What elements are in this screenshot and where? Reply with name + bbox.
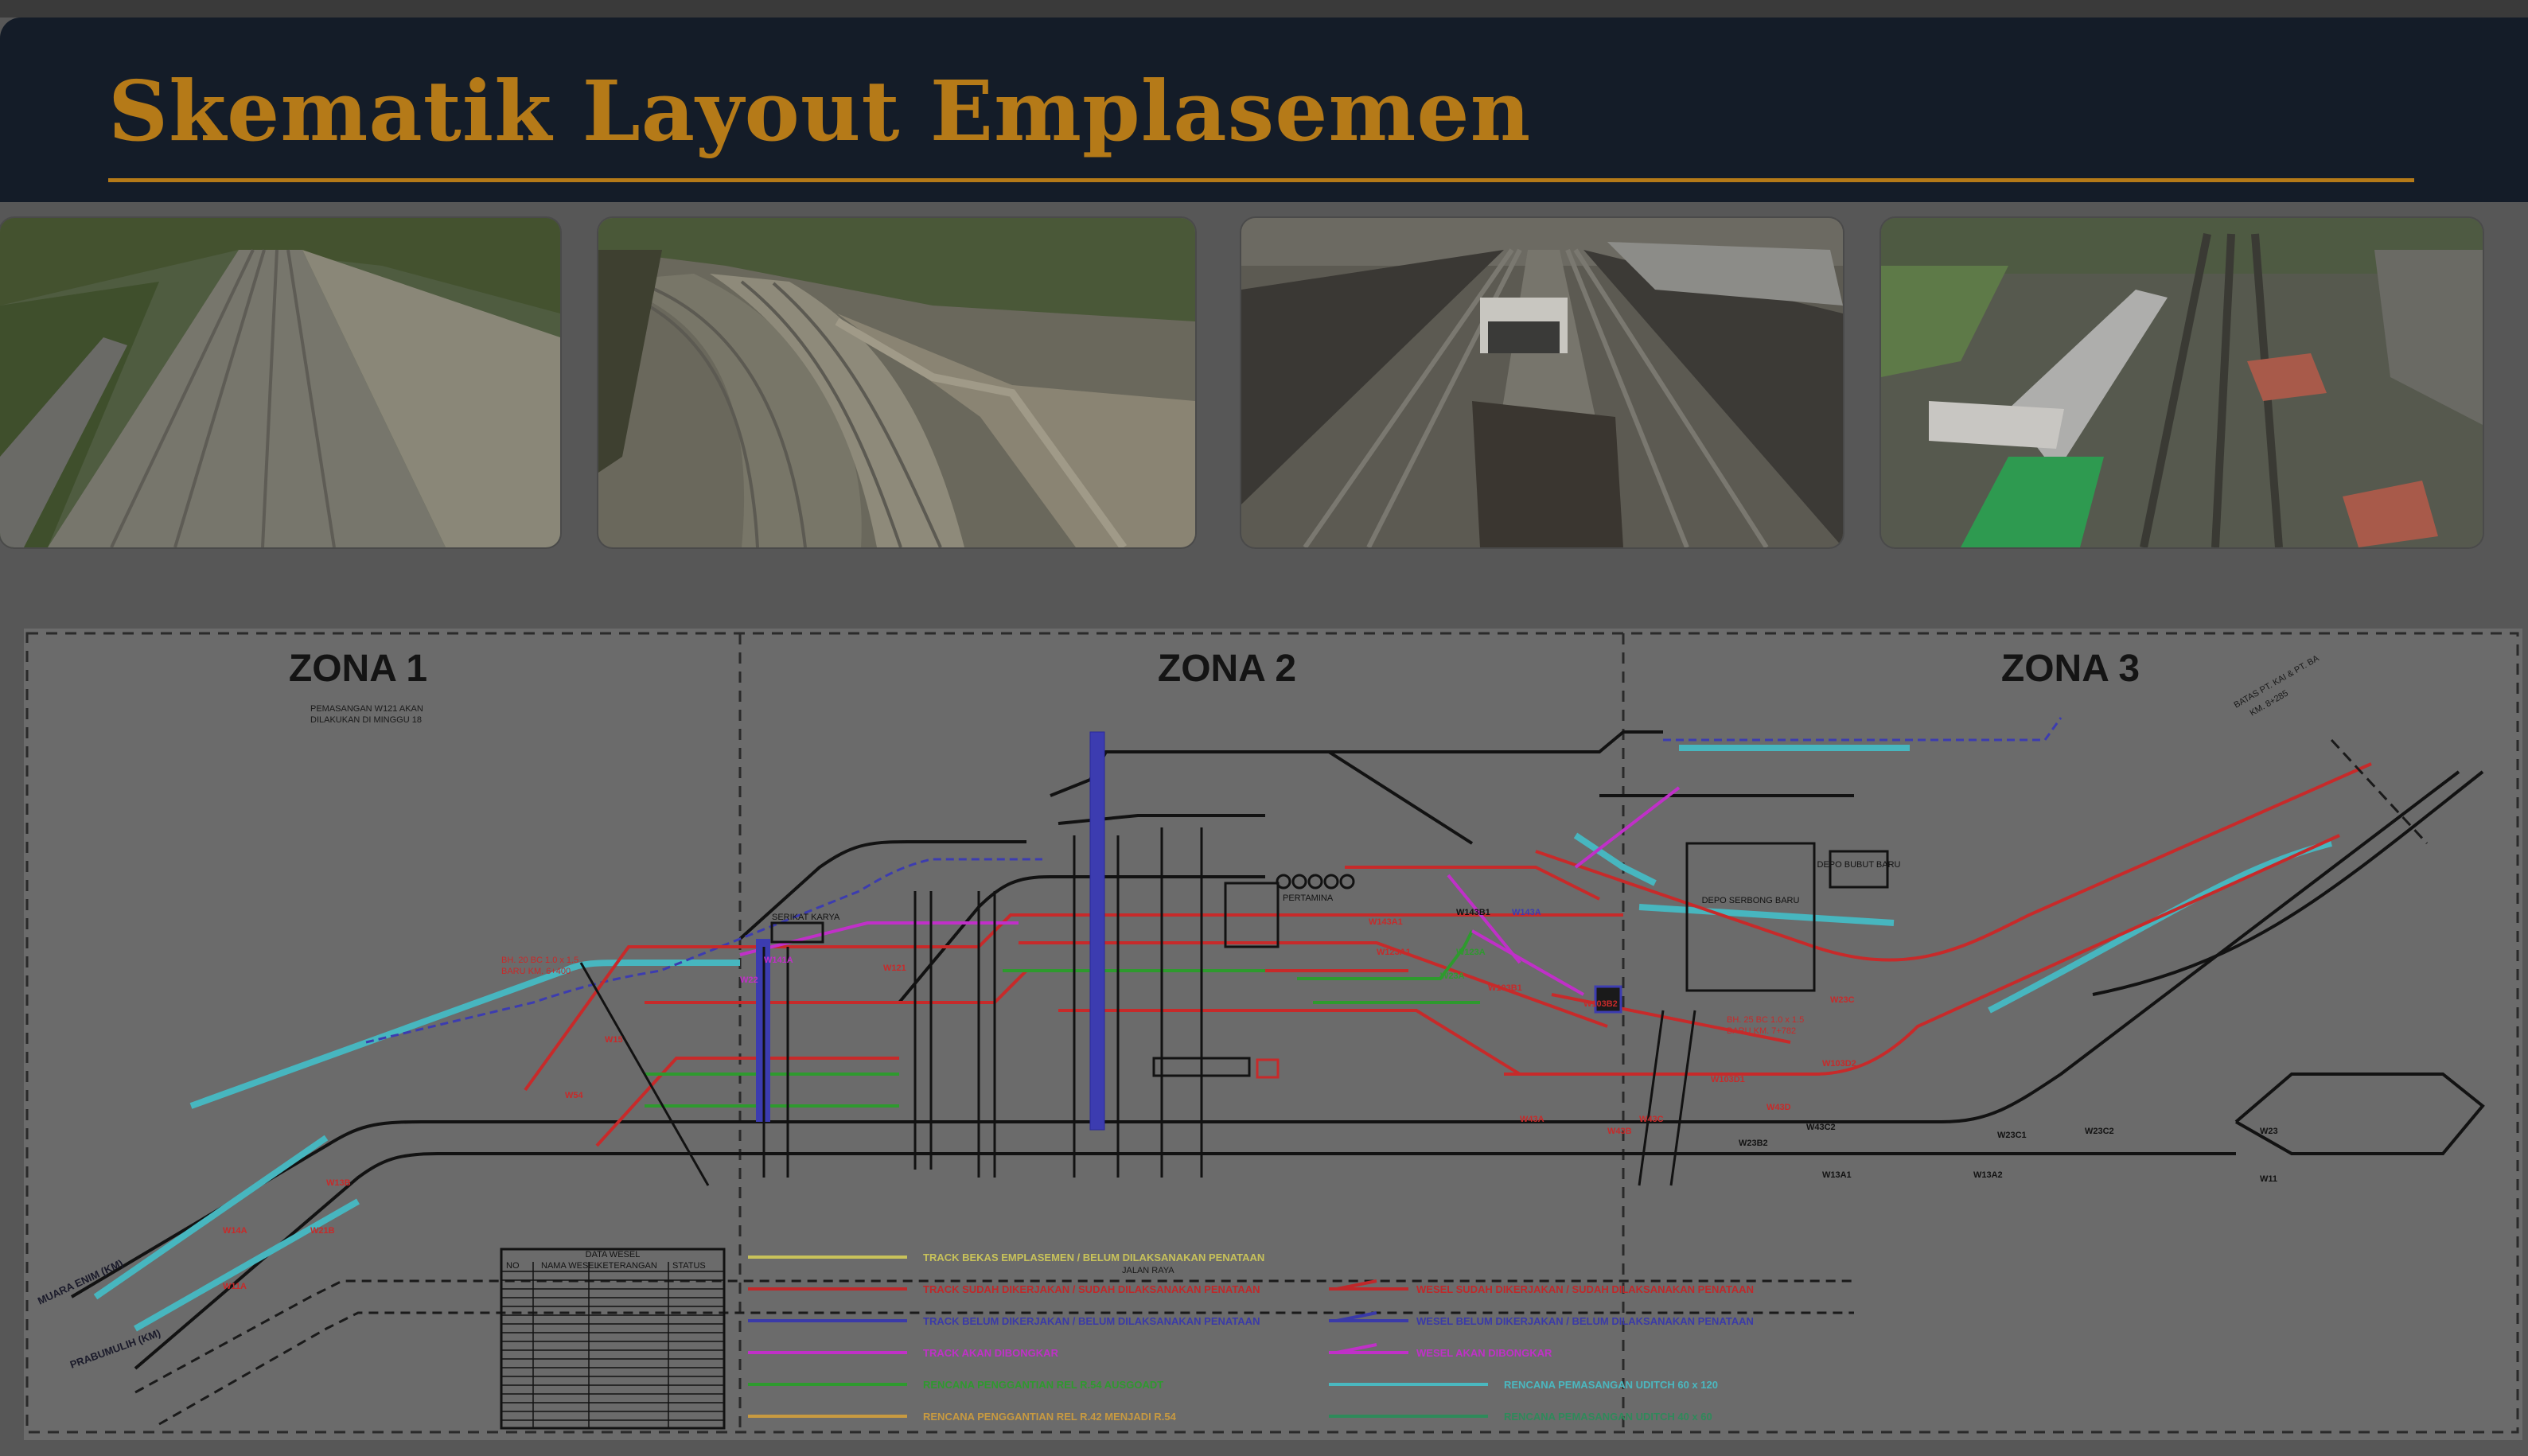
switch-label-w143a: W143A <box>1512 908 1541 917</box>
depo-label: DEPO SERBONG BARU <box>1702 896 1800 905</box>
legend-label: RENCANA PEMASANGAN UDITCH 40 x 60 <box>1504 1411 1712 1423</box>
zone-1-label: ZONA 1 <box>289 648 427 690</box>
table-header-info: KETERANGAN <box>597 1261 657 1271</box>
switch-label-w23c2: W23C2 <box>2085 1127 2114 1136</box>
blue-hatched-area <box>1089 731 1105 1131</box>
switch-label-w54: W54 <box>565 1091 584 1100</box>
switch-label-w13a2: W13A2 <box>1973 1170 2003 1180</box>
switch-label-w13a1: W13A1 <box>1822 1170 1852 1180</box>
bh-left-line1: BH. 20 BC 1.0 x 1.5 <box>501 956 578 965</box>
switch-label-w22: W22 <box>740 975 758 985</box>
table-header-status: STATUS <box>672 1261 706 1271</box>
switch-label-w23a: W23A <box>1440 971 1465 981</box>
table-header-name: NAMA WESEL <box>541 1261 599 1271</box>
window-top-bar <box>0 0 2528 18</box>
switch-label-w11a: W11A <box>223 1282 247 1291</box>
switch-label-w43c: W43C <box>1639 1115 1664 1124</box>
bh-right-line2: BARU KM. 7+782 <box>1727 1026 1796 1036</box>
legend-label: TRACK SUDAH DIKERJAKAN / SUDAH DILAKSANA… <box>923 1283 1260 1295</box>
legend-label: RENCANA PENGGANTIAN REL R.42 MENJADI R.5… <box>923 1411 1177 1423</box>
zone1-note-line2: DILAKUKAN DI MINGGU 18 <box>310 715 422 725</box>
switch-label-w21b: W21B <box>310 1226 335 1236</box>
pertamina-label: PERTAMINA <box>1283 893 1334 903</box>
switch-label-w103d1: W103D1 <box>1711 1075 1745 1084</box>
switch-label-w123a: W123A <box>1456 948 1486 957</box>
photo-coal-wagons <box>1241 218 1843 547</box>
switch-label-w23c1: W23C1 <box>1997 1131 2027 1140</box>
switch-label-w23: W23 <box>2260 1127 2278 1136</box>
table-header-no: NO <box>506 1261 520 1271</box>
switch-label-w23b2: W23B2 <box>1739 1139 1768 1148</box>
slide-title: Skematik Layout Emplasemen <box>108 62 1532 160</box>
switch-label-w123a1: W123A1 <box>1377 948 1411 957</box>
title-underline <box>108 178 2414 182</box>
karya-label: SERIKAT KARYA <box>772 913 840 922</box>
photo-track-curve <box>598 218 1195 547</box>
photo-track-cutting <box>0 218 560 547</box>
legend-label: RENCANA PEMASANGAN UDITCH 60 x 120 <box>1504 1379 1718 1391</box>
switch-label-w143b1: W143B1 <box>1456 908 1490 917</box>
switch-label-w103b1: W103B1 <box>1488 983 1522 993</box>
switch-label-w43c2: W43C2 <box>1806 1123 1836 1132</box>
legend-label: WESEL SUDAH DIKERJAKAN / SUDAH DILAKSANA… <box>1416 1283 1754 1295</box>
photo-depot-building <box>1881 218 2483 547</box>
switch-label-w15: W15 <box>605 1035 623 1045</box>
switch-label-w121: W121 <box>883 964 906 973</box>
switch-label-w143a1: W143A1 <box>1369 917 1403 927</box>
legend-label: TRACK BELUM DIKERJAKAN / BELUM DILAKSANA… <box>923 1315 1260 1327</box>
jalan-raya-label: JALAN RAYA <box>1122 1266 1174 1275</box>
switch-label-w11: W11 <box>2260 1174 2277 1184</box>
switch-label-w43a: W43A <box>1520 1115 1544 1124</box>
bh-right-line1: BH. 25 BC 1.0 x 1.5 <box>1727 1015 1804 1025</box>
bh-left-line2: BARU KM. 6+400 <box>501 967 571 976</box>
legend-label: WESEL BELUM DIKERJAKAN / BELUM DILAKSANA… <box>1416 1315 1754 1327</box>
zone-2-label: ZONA 2 <box>1158 648 1296 690</box>
switch-label-w13b: W13B <box>326 1178 351 1188</box>
legend-label: TRACK AKAN DIBONGKAR <box>923 1347 1059 1359</box>
switch-label-w103d2: W103D2 <box>1822 1059 1856 1069</box>
switch-label-w43d: W43D <box>1766 1103 1791 1112</box>
table-title: DATA WESEL <box>586 1250 641 1259</box>
switch-label-w23c: W23C <box>1830 995 1855 1005</box>
depo-small-label: DEPO BUBUT BARU <box>1817 860 1901 870</box>
switch-label-w141a: W141A <box>764 956 793 965</box>
legend-label: TRACK BEKAS EMPLASEMEN / BELUM DILAKSANA… <box>923 1252 1264 1263</box>
switch-label-w43b: W43B <box>1607 1127 1632 1136</box>
zone-3-label: ZONA 3 <box>2001 648 2140 690</box>
slide: Skematik Layout Emplasemen ZONA 1 ZONA 2… <box>0 0 2528 1456</box>
legend-label: WESEL AKAN DIBONGKAR <box>1416 1347 1552 1359</box>
layout-schematic: ZONA 1 ZONA 2 ZONA 3 PEMASANGAN W121 AKA… <box>24 629 2522 1444</box>
switch-label-w14a: W14A <box>223 1226 247 1236</box>
zone1-note-line1: PEMASANGAN W121 AKAN <box>310 704 423 714</box>
switch-label-w103b2: W103B2 <box>1583 999 1618 1009</box>
slide-header: Skematik Layout Emplasemen <box>0 18 2528 202</box>
legend-label: RENCANA PENGGANTIAN REL R.54 AUSGOADT <box>923 1379 1163 1391</box>
